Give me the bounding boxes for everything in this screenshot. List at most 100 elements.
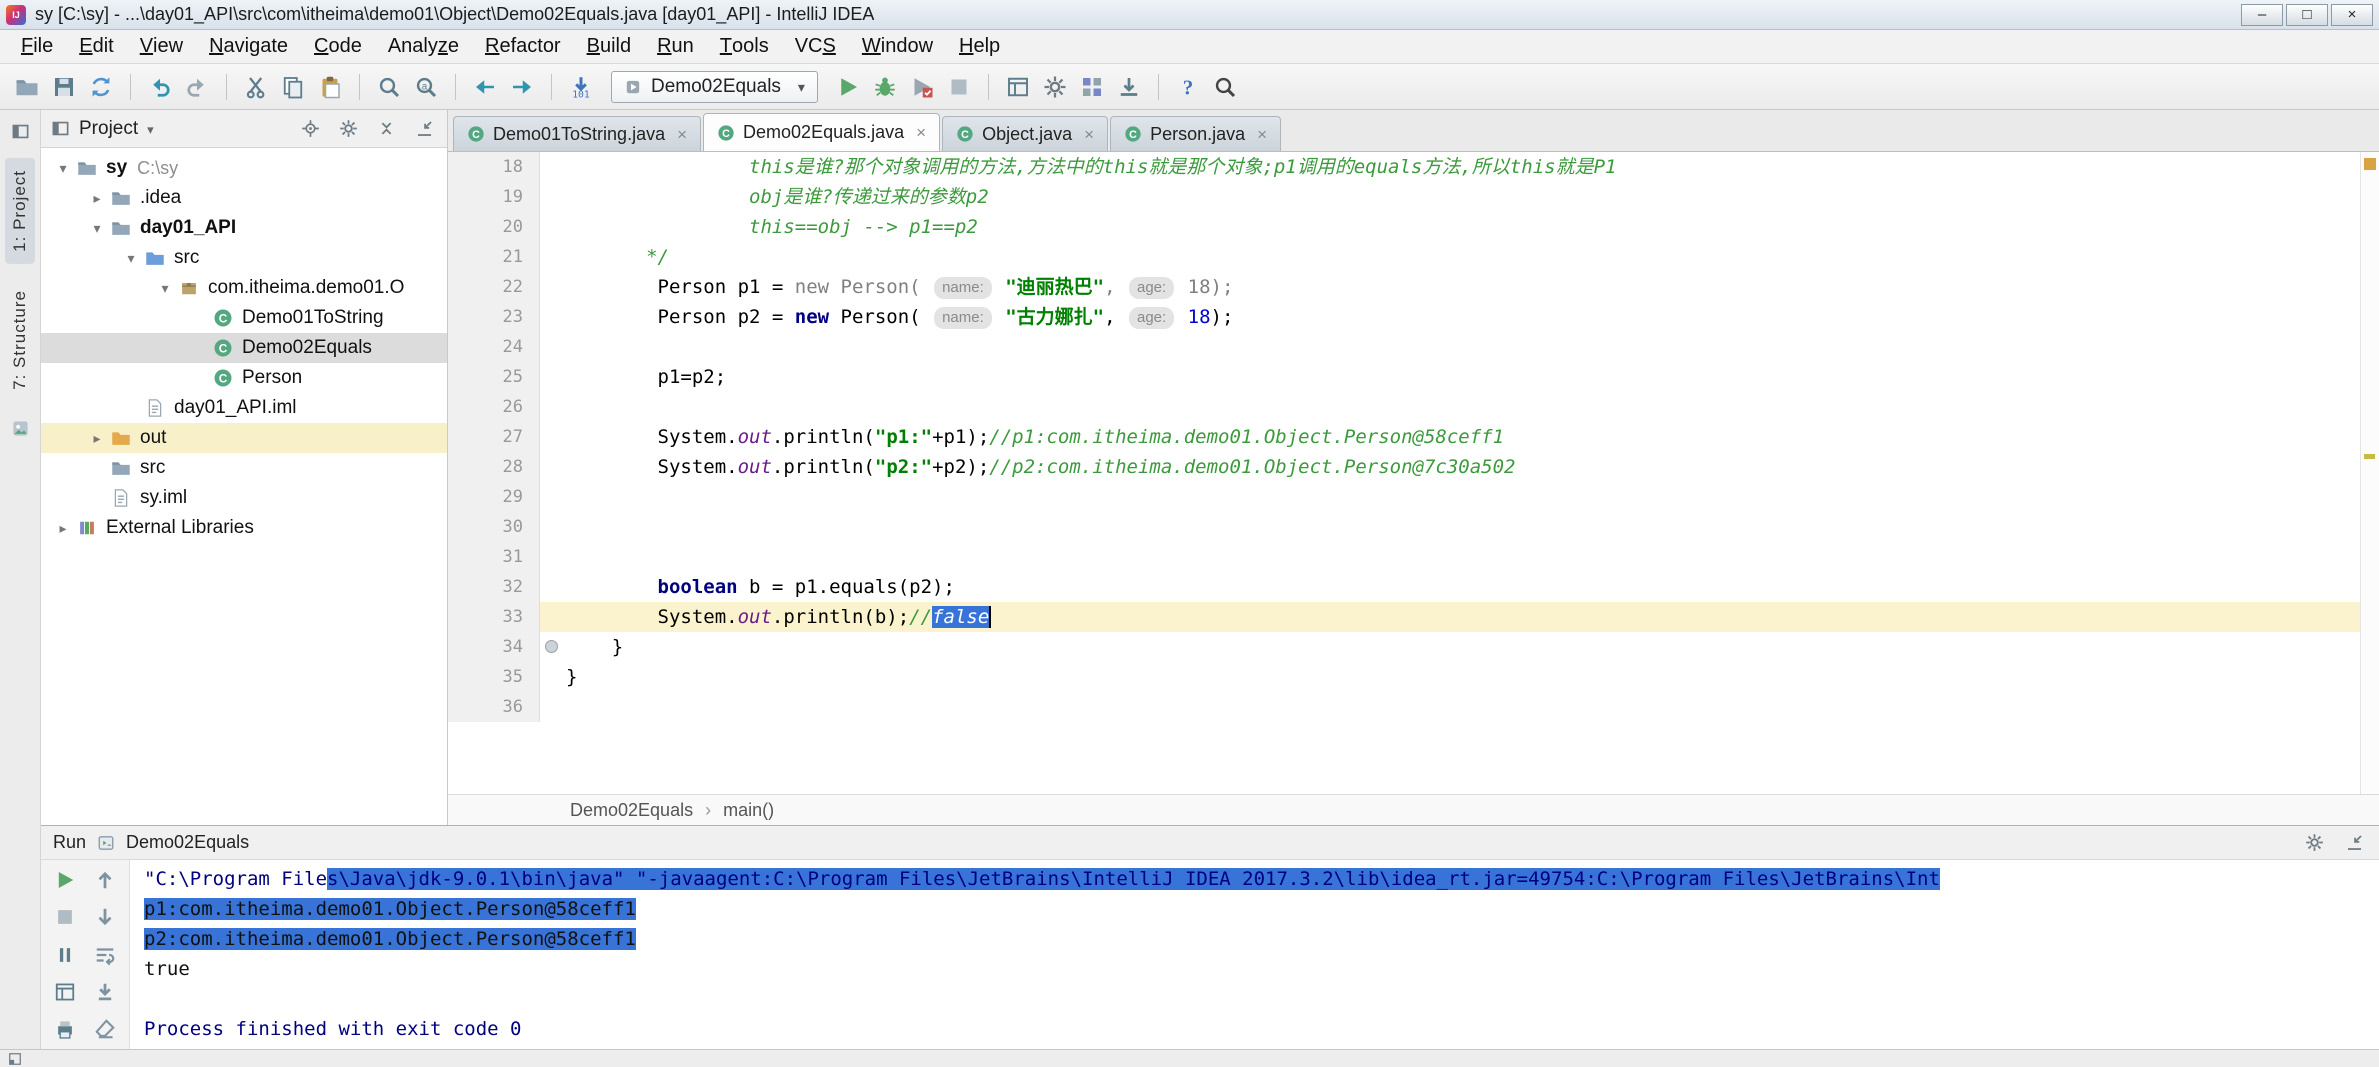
- line-number[interactable]: 27: [448, 422, 540, 452]
- line-number[interactable]: 35: [448, 662, 540, 692]
- chevron-right-icon[interactable]: ▸: [83, 190, 111, 207]
- project-view-caret-icon[interactable]: [147, 118, 154, 140]
- menu-window[interactable]: Window: [849, 30, 946, 63]
- menu-analyze[interactable]: Analy z e: [375, 30, 472, 63]
- down-stack-button[interactable]: [89, 905, 121, 928]
- settings-button[interactable]: [1038, 71, 1072, 103]
- code-line-35[interactable]: 35}: [448, 662, 2360, 692]
- code-line-24[interactable]: 24: [448, 332, 2360, 362]
- warning-stripe-mark[interactable]: [2364, 453, 2375, 459]
- line-number[interactable]: 33: [448, 602, 540, 632]
- debug-button[interactable]: [868, 71, 902, 103]
- code-line-27[interactable]: 27 System.out.println("p1:"+p1);//p1:com…: [448, 422, 2360, 452]
- hide-panel-button[interactable]: [411, 116, 437, 142]
- tree-item-src[interactable]: src: [41, 453, 447, 483]
- print-button[interactable]: [49, 1018, 81, 1041]
- editor-tab-object-java[interactable]: C Object.java: [942, 116, 1109, 151]
- settings-button[interactable]: [2301, 830, 2327, 856]
- locate-button[interactable]: [297, 116, 323, 142]
- line-number[interactable]: 29: [448, 482, 540, 512]
- breadcrumb-item[interactable]: Demo02Equals: [570, 800, 693, 821]
- tree-item-day01-api-iml[interactable]: day01_API.iml: [41, 393, 447, 423]
- console-line-4[interactable]: true: [144, 954, 2379, 984]
- tab-close-icon[interactable]: [677, 126, 687, 143]
- project-panel-title[interactable]: Project: [79, 118, 138, 140]
- line-number[interactable]: 31: [448, 542, 540, 572]
- code-line-22[interactable]: 22 Person p1 = new Person( name: "迪丽热巴",…: [448, 272, 2360, 302]
- menu-code[interactable]: Code: [301, 30, 375, 63]
- console-line-3[interactable]: p2:com.itheima.demo01.Object.Person@58ce…: [144, 924, 2379, 954]
- editor-tab-demo02equals-java[interactable]: C Demo02Equals.java: [703, 113, 941, 151]
- undo-button[interactable]: [143, 71, 177, 103]
- code-line-34[interactable]: 34 }: [448, 632, 2360, 662]
- code-line-25[interactable]: 25 p1=p2;: [448, 362, 2360, 392]
- menu-file[interactable]: File: [8, 30, 66, 63]
- update-project-button[interactable]: 101: [564, 71, 598, 103]
- code-line-19[interactable]: 19 obj是谁?传递过来的参数p2: [448, 182, 2360, 212]
- tool-strip-tab-7-structure[interactable]: 7: Structure: [5, 278, 35, 402]
- forward-button[interactable]: [505, 71, 539, 103]
- close-button[interactable]: ×: [2331, 3, 2373, 26]
- tree-item-sy-iml[interactable]: sy.iml: [41, 483, 447, 513]
- tab-close-icon[interactable]: [1084, 126, 1094, 143]
- code-line-31[interactable]: 31: [448, 542, 2360, 572]
- menu-run[interactable]: Run: [644, 30, 707, 63]
- tree-item-sy[interactable]: ▾ sy C:\sy: [41, 153, 447, 183]
- up-stack-button[interactable]: [89, 868, 121, 891]
- search-everywhere-button[interactable]: [1208, 71, 1242, 103]
- restore-layout-button[interactable]: [49, 980, 81, 1003]
- gutter-marker-icon[interactable]: [545, 640, 558, 653]
- tab-close-icon[interactable]: [1257, 126, 1267, 143]
- menu-build[interactable]: Build: [574, 30, 644, 63]
- tool-strip-tab-1-project[interactable]: 1: Project: [5, 158, 35, 264]
- export-button[interactable]: [1112, 71, 1146, 103]
- settings-button[interactable]: [335, 116, 361, 142]
- chevron-down-icon[interactable]: ▾: [83, 220, 111, 237]
- menu-vcs[interactable]: VC S: [782, 30, 849, 63]
- soft-wrap-button[interactable]: [89, 943, 121, 966]
- help-button[interactable]: ?: [1171, 71, 1205, 103]
- line-number[interactable]: 32: [448, 572, 540, 602]
- tree-item-person[interactable]: C Person: [41, 363, 447, 393]
- copy-button[interactable]: [276, 71, 310, 103]
- tool-windows-button[interactable]: [7, 118, 33, 144]
- open-folder-button[interactable]: [10, 71, 44, 103]
- console-line-2[interactable]: p1:com.itheima.demo01.Object.Person@58ce…: [144, 894, 2379, 924]
- chevron-down-icon[interactable]: ▾: [49, 160, 77, 177]
- menu-view[interactable]: View: [127, 30, 196, 63]
- chevron-right-icon[interactable]: ▸: [83, 430, 111, 447]
- save-all-button[interactable]: [47, 71, 81, 103]
- tree-item-demo01tostring[interactable]: C Demo01ToString: [41, 303, 447, 333]
- tree-item-external-libraries[interactable]: ▸ External Libraries: [41, 513, 447, 543]
- favorites-button[interactable]: [7, 416, 33, 442]
- restore-layout-button[interactable]: [1001, 71, 1035, 103]
- console-line-6[interactable]: Process finished with exit code 0: [144, 1014, 2379, 1044]
- line-number[interactable]: 24: [448, 332, 540, 362]
- run-config-combo[interactable]: Demo02Equals: [611, 70, 818, 103]
- project-structure-button[interactable]: [1075, 71, 1109, 103]
- breadcrumb-item[interactable]: main(): [705, 800, 774, 821]
- paste-button[interactable]: [313, 71, 347, 103]
- code-line-32[interactable]: 32 boolean b = p1.equals(p2);: [448, 572, 2360, 602]
- tree-item--idea[interactable]: ▸ .idea: [41, 183, 447, 213]
- clear-all-button[interactable]: [89, 1018, 121, 1041]
- stop-button[interactable]: [942, 71, 976, 103]
- line-number[interactable]: 20: [448, 212, 540, 242]
- code-line-28[interactable]: 28 System.out.println("p2:"+p2);//p2:com…: [448, 452, 2360, 482]
- line-number[interactable]: 30: [448, 512, 540, 542]
- run-button[interactable]: [831, 71, 865, 103]
- run-tab-label[interactable]: Demo02Equals: [126, 832, 249, 853]
- code-line-30[interactable]: 30: [448, 512, 2360, 542]
- rerun-button[interactable]: [49, 868, 81, 891]
- menu-navigate[interactable]: Navigate: [196, 30, 301, 63]
- minimize-button[interactable]: –: [2241, 3, 2283, 26]
- maximize-button[interactable]: □: [2286, 3, 2328, 26]
- pause-output-button[interactable]: [49, 943, 81, 966]
- code-line-20[interactable]: 20 this==obj --> p1==p2: [448, 212, 2360, 242]
- line-number[interactable]: 26: [448, 392, 540, 422]
- code-line-21[interactable]: 21 */: [448, 242, 2360, 272]
- code-line-23[interactable]: 23 Person p2 = new Person( name: "古力娜扎",…: [448, 302, 2360, 332]
- line-number[interactable]: 34: [448, 632, 540, 662]
- redo-button[interactable]: [180, 71, 214, 103]
- synchronize-button[interactable]: [84, 71, 118, 103]
